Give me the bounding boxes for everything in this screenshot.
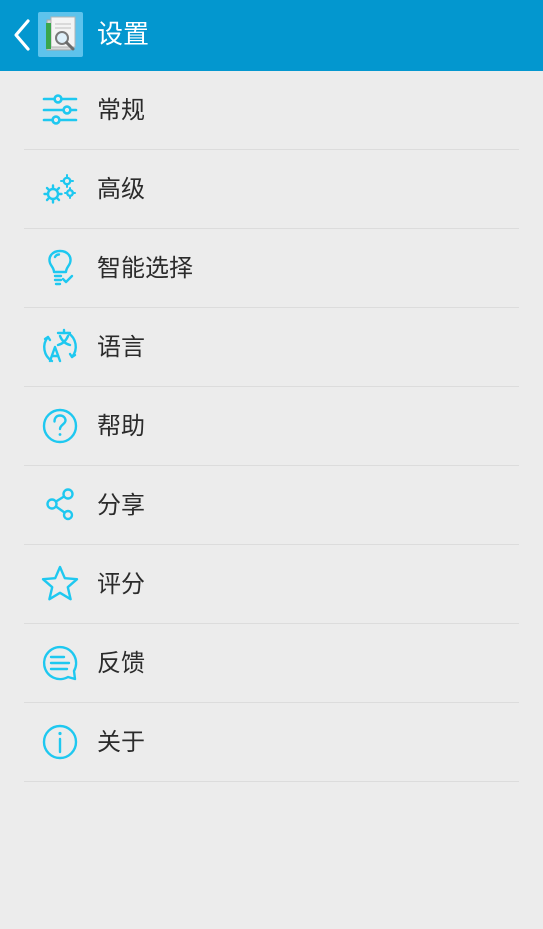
sliders-icon <box>42 94 78 125</box>
menu-item-label: 智能选择 <box>97 254 193 282</box>
help-icon <box>42 408 78 444</box>
feedback-icon <box>42 645 78 681</box>
menu-item-about[interactable]: 关于 <box>0 703 543 782</box>
menu-item-label: 分享 <box>97 491 145 519</box>
info-icon <box>42 724 78 760</box>
menu-item-rate[interactable]: 评分 <box>0 545 543 624</box>
document-search-icon <box>46 16 76 51</box>
menu-item-label: 评分 <box>97 570 145 598</box>
app-logo <box>38 12 83 57</box>
share-icon <box>46 488 74 521</box>
menu-item-label: 反馈 <box>97 649 145 677</box>
gears-icon <box>43 174 76 204</box>
menu-item-smart-select[interactable]: 智能选择 <box>0 229 543 308</box>
menu-item-general[interactable]: 常规 <box>0 71 543 150</box>
menu-item-feedback[interactable]: 反馈 <box>0 624 543 703</box>
menu-item-label: 常规 <box>97 96 145 124</box>
menu-item-share[interactable]: 分享 <box>0 466 543 545</box>
menu-item-help[interactable]: 帮助 <box>0 387 543 466</box>
star-icon <box>41 565 79 601</box>
page-title: 设置 <box>97 20 150 50</box>
menu-item-label: 帮助 <box>97 412 145 440</box>
chevron-left-icon <box>14 19 30 51</box>
menu-item-label: 高级 <box>97 175 145 203</box>
menu-item-label: 语言 <box>97 333 145 361</box>
menu-item-advanced[interactable]: 高级 <box>0 150 543 229</box>
translate-icon <box>43 328 77 363</box>
app-bar: 设置 <box>0 0 543 71</box>
menu-item-label: 关于 <box>97 728 145 756</box>
menu-item-language[interactable]: 语言 <box>0 308 543 387</box>
settings-menu: 常规 高级 智能选择 语言 帮助 分享 评分 反馈 关于 <box>0 71 543 782</box>
back-button[interactable] <box>8 14 36 56</box>
lightbulb-icon <box>48 249 74 286</box>
divider <box>24 781 519 782</box>
